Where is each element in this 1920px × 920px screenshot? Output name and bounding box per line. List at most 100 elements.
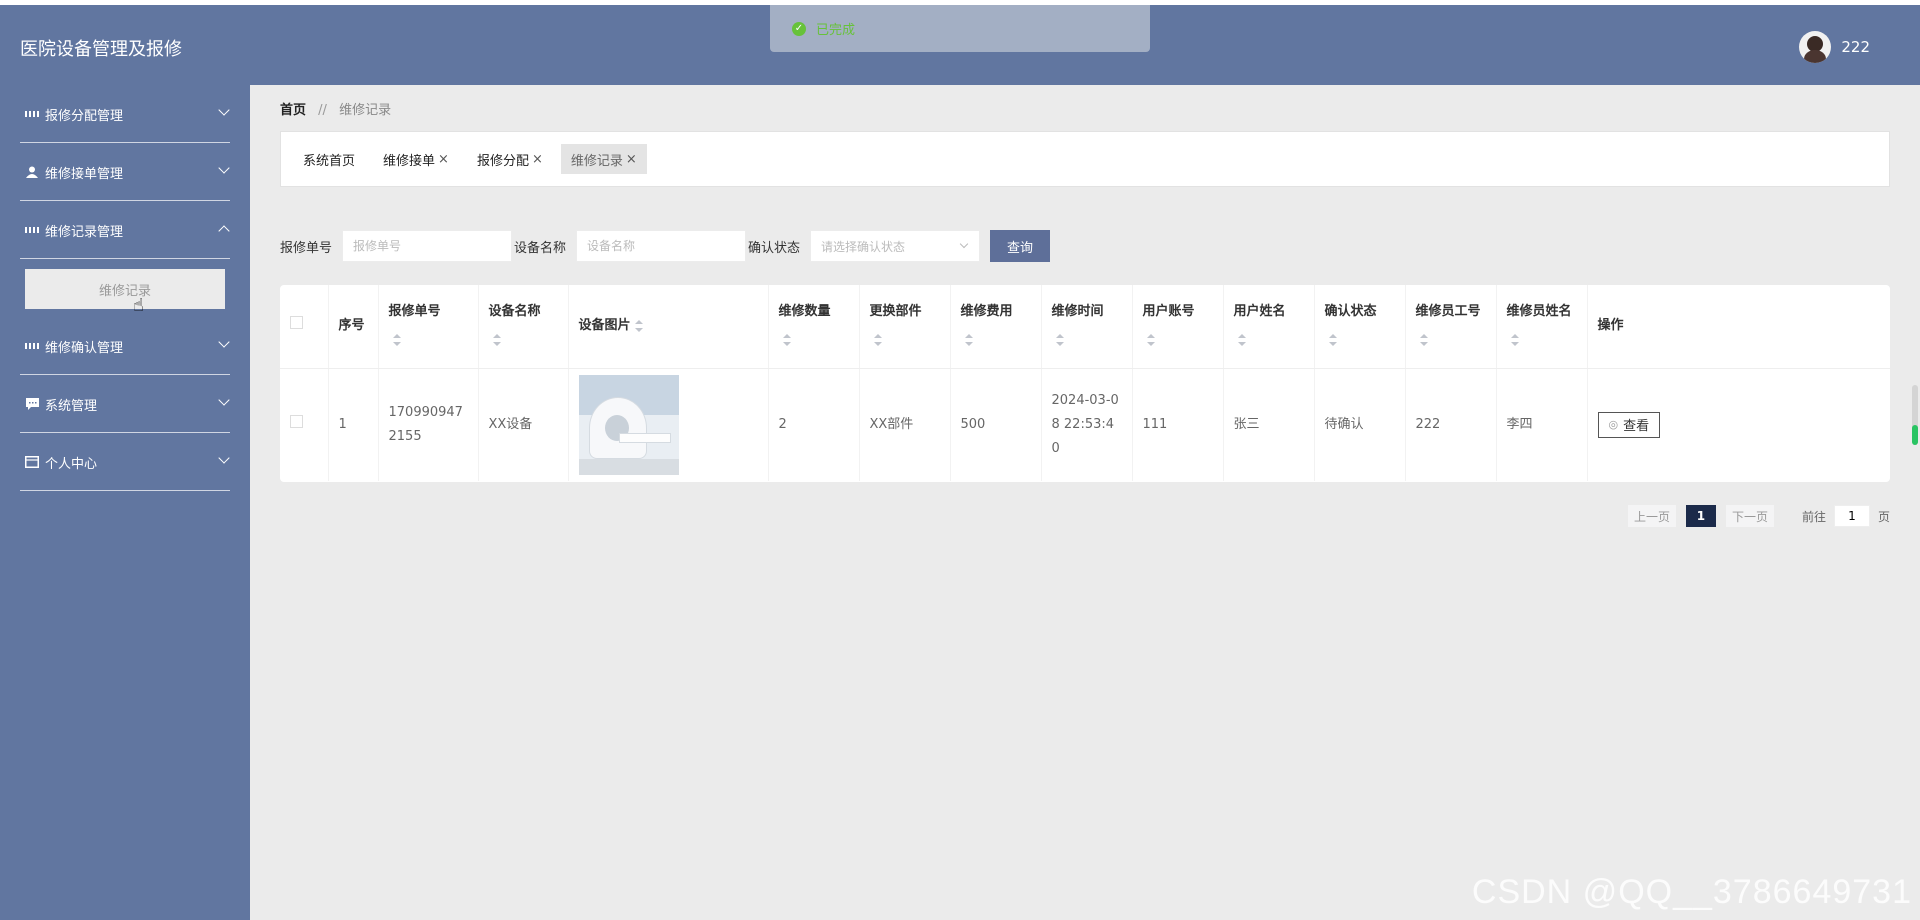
header-worker-id[interactable]: 维修员工号 [1405, 285, 1497, 369]
success-toast: ✓ 已完成 [770, 5, 1150, 52]
sort-icon[interactable] [392, 333, 401, 346]
query-button[interactable]: 查询 [990, 230, 1051, 262]
tab-repair-orders[interactable]: 维修接单 × [373, 144, 459, 174]
status-select[interactable]: 请选择确认状态 [810, 230, 981, 262]
cell-worker-id: 222 [1405, 368, 1497, 481]
close-icon[interactable]: × [626, 152, 637, 167]
header-parts[interactable]: 更换部件 [859, 285, 951, 369]
submenu-repair-records: 维修记录 [0, 259, 250, 317]
chevron-down-icon [218, 452, 230, 464]
tab-label: 维修接单 [383, 153, 436, 169]
page-suffix: 页 [1877, 509, 1890, 524]
close-icon[interactable]: × [438, 152, 449, 167]
sort-icon[interactable] [1237, 333, 1246, 346]
vertical-scrollbar[interactable] [1912, 385, 1918, 445]
close-icon[interactable]: × [532, 152, 543, 167]
chevron-down-icon [218, 104, 230, 116]
header-cost[interactable]: 维修费用 [950, 285, 1042, 369]
header-device-image[interactable]: 设备图片 [568, 285, 769, 369]
user-icon [25, 165, 39, 179]
cell-repair-qty: 2 [768, 368, 860, 481]
breadcrumb: 首页 // 维修记录 [280, 99, 391, 118]
header-worker-name[interactable]: 维修员姓名 [1496, 285, 1588, 369]
header-device-name[interactable]: 设备名称 [478, 285, 569, 369]
header-time[interactable]: 维修时间 [1041, 285, 1133, 369]
watermark: CSDN @QQ__3786649731 [1471, 873, 1912, 911]
select-all-checkbox[interactable] [290, 316, 303, 330]
breadcrumb-home[interactable]: 首页 [280, 103, 306, 118]
sidebar-item-profile[interactable]: 个人中心 [0, 433, 250, 491]
chevron-down-icon [218, 394, 230, 406]
header-status[interactable]: 确认状态 [1314, 285, 1406, 369]
cell-cost: 500 [950, 368, 1042, 481]
sort-icon[interactable] [1510, 333, 1519, 346]
username: 222 [1841, 38, 1870, 56]
cell-status: 待确认 [1314, 368, 1406, 481]
tab-bar: 系统首页 维修接单 × 报修分配 × 维修记录 × [280, 131, 1890, 187]
cell-index: 1 [328, 368, 379, 481]
prev-page-button[interactable]: 上一页 [1627, 505, 1676, 527]
avatar[interactable] [1799, 31, 1832, 63]
next-page-button[interactable]: 下一页 [1725, 505, 1774, 527]
status-label: 确认状态 [748, 240, 801, 256]
chevron-down-icon [218, 162, 230, 174]
view-button-label: 查看 [1623, 419, 1650, 435]
header-repair-qty[interactable]: 维修数量 [768, 285, 860, 369]
grid-icon [25, 107, 39, 121]
device-name-label: 设备名称 [514, 240, 567, 256]
sort-icon[interactable] [1055, 333, 1064, 346]
order-no-input[interactable] [342, 230, 513, 262]
header-label: 报修单号 [388, 304, 441, 320]
user-info[interactable]: 222 [1799, 31, 1870, 63]
sort-icon[interactable] [634, 319, 643, 332]
tab-label: 维修记录 [570, 153, 623, 169]
eye-icon: ◎ [1608, 418, 1619, 432]
sort-icon[interactable] [1328, 333, 1337, 346]
cell-device-image [568, 368, 769, 481]
cell-parts: XX部件 [859, 368, 951, 481]
tab-repair-assignment[interactable]: 报修分配 × [467, 144, 553, 174]
sort-icon[interactable] [964, 333, 973, 346]
sort-icon[interactable] [1146, 333, 1155, 346]
check-circle-icon: ✓ [792, 21, 806, 36]
sidebar-item-repair-confirm[interactable]: 维修确认管理 [0, 317, 250, 375]
chevron-down-icon [959, 239, 969, 249]
sort-icon[interactable] [782, 333, 791, 346]
header-account[interactable]: 用户账号 [1132, 285, 1224, 369]
header-label: 用户姓名 [1233, 304, 1286, 320]
cell-action: ◎ 查看 [1587, 368, 1890, 481]
toast-message: 已完成 [816, 23, 856, 38]
header-order-no[interactable]: 报修单号 [378, 285, 479, 369]
goto-label: 前往 [1801, 509, 1826, 524]
sidebar-item-repair-assignment[interactable]: 报修分配管理 [0, 85, 250, 143]
grid-icon [25, 223, 39, 237]
table-header-row: 序号 报修单号 设备名称 设备图片 维修数量 更换部件 维修费用 维修时间 用户… [280, 285, 1890, 369]
sidebar-item-system[interactable]: 系统管理 [0, 375, 250, 433]
header-user-name[interactable]: 用户姓名 [1223, 285, 1315, 369]
select-all-cell [280, 285, 329, 369]
header-label: 更换部件 [869, 304, 922, 320]
table-row: 1 1709909472155 XX设备 2 XX部件 500 2024-03-… [280, 368, 1890, 481]
cell-time: 2024-03-08 22:53:40 [1041, 368, 1133, 481]
goto-page-input[interactable] [1833, 505, 1870, 527]
sort-icon[interactable] [873, 333, 882, 346]
tab-system-home[interactable]: 系统首页 [293, 144, 365, 174]
sidebar-item-repair-records[interactable]: 维修记录管理 [0, 201, 250, 259]
pagination: 上一页 1 下一页 前往 页 [1618, 505, 1890, 527]
view-button[interactable]: ◎ 查看 [1597, 411, 1661, 438]
chevron-up-icon [218, 225, 230, 237]
tab-repair-records[interactable]: 维修记录 × [560, 144, 647, 174]
device-name-input[interactable] [576, 230, 747, 262]
sort-icon[interactable] [492, 333, 501, 346]
submenu-item-repair-record[interactable]: 维修记录 [25, 269, 225, 309]
mri-scanner-image[interactable] [578, 374, 679, 475]
chat-icon [25, 397, 39, 411]
sort-icon[interactable] [1419, 333, 1428, 346]
header-action: 操作 [1587, 285, 1890, 369]
sidebar-item-repair-orders[interactable]: 维修接单管理 [0, 143, 250, 201]
page-number-current[interactable]: 1 [1685, 505, 1716, 527]
row-checkbox[interactable] [290, 414, 303, 428]
header-label: 维修员姓名 [1506, 304, 1572, 320]
header-label: 确认状态 [1324, 304, 1377, 320]
header-label: 维修费用 [960, 304, 1013, 320]
